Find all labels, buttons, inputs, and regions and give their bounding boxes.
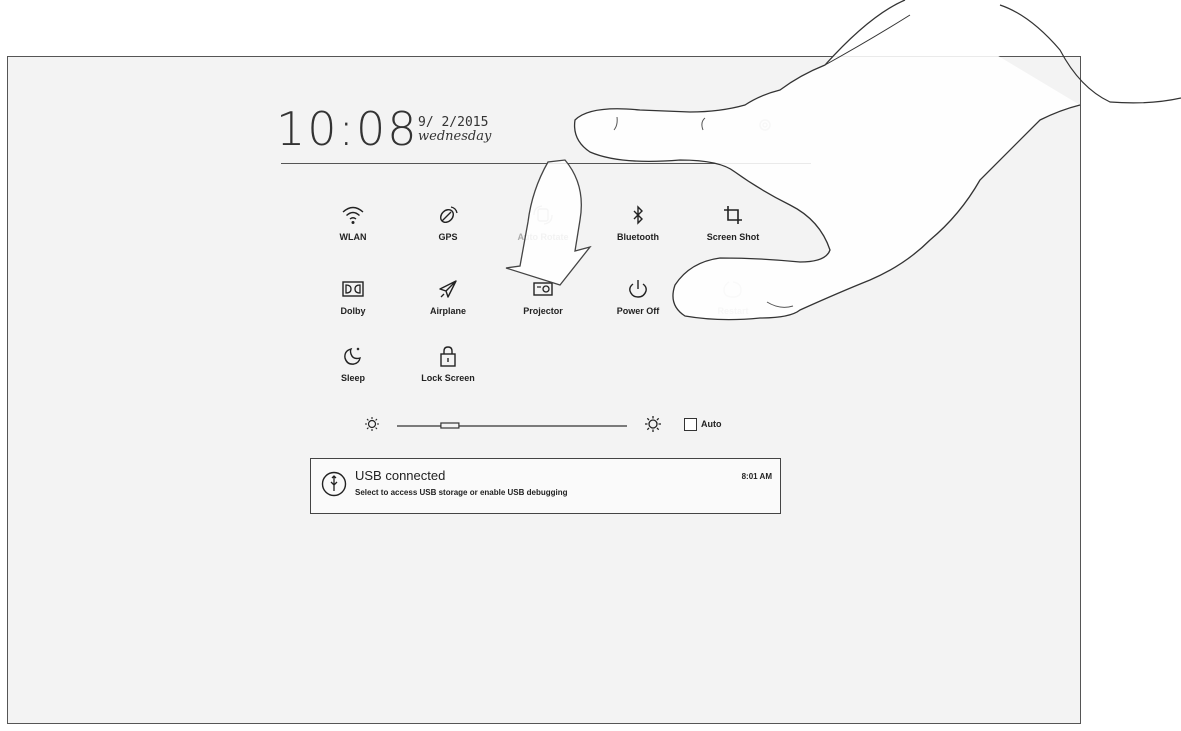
tile-restart[interactable]: Restart <box>688 278 778 316</box>
tile-auto-rotate[interactable]: Auto Rotate <box>498 204 588 242</box>
brightness-slider[interactable] <box>395 418 630 432</box>
tile-label: Auto Rotate <box>517 232 569 242</box>
brightness-low-icon <box>365 417 379 431</box>
tablet-screen <box>7 56 1081 724</box>
tile-airplane[interactable]: Airplane <box>403 278 493 316</box>
tile-dolby[interactable]: Dolby <box>308 278 398 316</box>
notification-subtitle: Select to access USB storage or enable U… <box>355 488 568 497</box>
date-text: 9/ 2/2015 <box>418 115 489 130</box>
tile-label: Power Off <box>616 306 660 316</box>
tile-label: Dolby <box>340 306 366 316</box>
sleep-icon <box>344 347 361 365</box>
tile-label: Sleep <box>340 373 365 383</box>
date-block: 9/ 2/2015 wednesday <box>418 116 491 144</box>
restart-icon <box>723 281 742 298</box>
tile-label: Projector <box>523 306 563 316</box>
lock-icon <box>440 346 456 367</box>
dolby-icon <box>342 281 364 297</box>
tile-label: WLAN <box>339 232 367 242</box>
tile-label: Lock Screen <box>421 373 475 383</box>
tile-sleep[interactable]: Sleep <box>308 345 398 383</box>
screenshot-icon <box>724 206 742 224</box>
bluetooth-icon <box>633 205 643 225</box>
tile-wlan[interactable]: WLAN <box>308 204 398 242</box>
tile-label: Airplane <box>429 306 466 316</box>
usb-icon <box>321 471 347 497</box>
weekday-text: wednesday <box>418 129 492 144</box>
tile-gps[interactable]: GPS <box>403 204 493 242</box>
gps-icon <box>440 206 458 223</box>
tile-power-off[interactable]: Power Off <box>593 278 683 316</box>
airplane-icon <box>439 280 457 298</box>
slider-thumb[interactable] <box>440 422 460 429</box>
settings-gear-icon[interactable] <box>756 116 774 134</box>
auto-brightness-label: Auto <box>701 419 722 429</box>
notification-title: USB connected <box>355 468 446 483</box>
projector-icon <box>533 282 553 296</box>
power-icon <box>629 280 647 298</box>
clock-time: 10:08 <box>276 102 419 156</box>
tile-label: GPS <box>438 232 458 242</box>
auto-brightness-checkbox[interactable] <box>684 418 697 431</box>
tile-label: Restart <box>717 306 749 316</box>
tile-lock-screen[interactable]: Lock Screen <box>403 345 493 383</box>
tile-screen-shot[interactable]: Screen Shot <box>688 204 778 242</box>
wifi-icon <box>342 206 364 224</box>
usb-notification[interactable]: USB connected Select to access USB stora… <box>310 458 781 514</box>
tile-projector[interactable]: Projector <box>498 278 588 316</box>
auto-rotate-icon <box>533 205 553 225</box>
brightness-high-icon <box>645 416 661 432</box>
header-divider <box>281 163 811 164</box>
tile-bluetooth[interactable]: Bluetooth <box>593 204 683 242</box>
notification-time: 8:01 AM <box>741 472 772 481</box>
tile-label: Bluetooth <box>617 232 659 242</box>
tile-label: Screen Shot <box>706 232 760 242</box>
